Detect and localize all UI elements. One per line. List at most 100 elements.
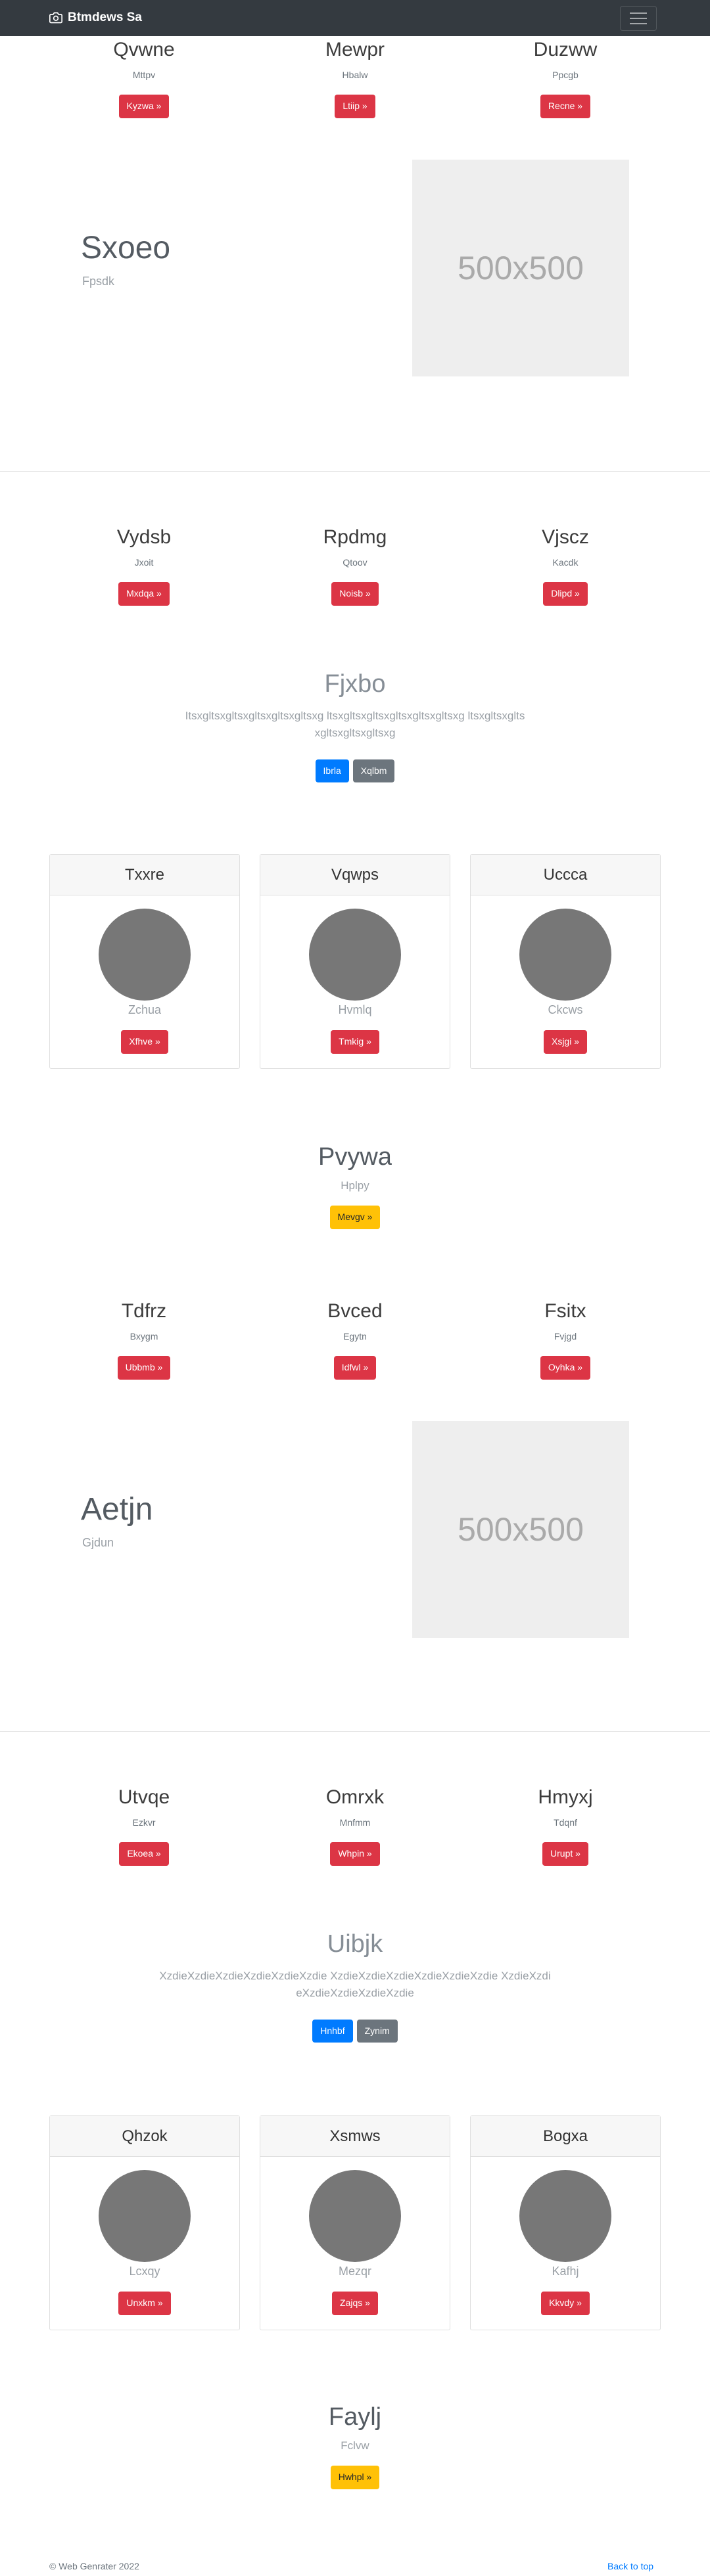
- card-button[interactable]: Xfhve »: [121, 1030, 168, 1054]
- column-text: Egytn: [343, 1331, 367, 1342]
- secondary-button[interactable]: Xqlbm: [352, 759, 395, 783]
- camera-icon: [49, 12, 62, 24]
- column-button[interactable]: Dlipd »: [543, 582, 588, 606]
- navbar-toggler-button[interactable]: [620, 6, 657, 31]
- card-button[interactable]: Zajqs »: [332, 2292, 378, 2315]
- hamburger-menu-icon: [630, 18, 647, 19]
- placeholder-image: 500x500: [412, 160, 629, 376]
- column-text: Mttpv: [132, 70, 156, 80]
- column-text: Fvjgd: [554, 1331, 577, 1342]
- brand-label: Btmdews Sa: [68, 11, 142, 24]
- secondary-button[interactable]: Zynim: [356, 2019, 398, 2043]
- navbar: Btmdews Sa: [0, 0, 710, 36]
- column-item: Rpdmg Qtoov Noisb »: [256, 526, 454, 606]
- column-heading: Vydsb: [116, 526, 172, 548]
- column-button[interactable]: Idfwl »: [333, 1356, 377, 1380]
- column-item: Bvced Egytn Idfwl »: [256, 1299, 454, 1380]
- column-button[interactable]: Kyzwa »: [118, 95, 170, 118]
- avatar: [99, 2170, 191, 2262]
- jumbotron: Fjxbo Itsxgltsxgltsxgltsxgltsxgltsxg lts…: [0, 670, 710, 783]
- card-button[interactable]: Unxkm »: [118, 2292, 171, 2315]
- column-text: Qtoov: [343, 557, 367, 568]
- column-item: Vjscz Kacdk Dlipd »: [467, 526, 664, 606]
- card-name: Mezqr: [338, 2265, 371, 2278]
- card-name: Hvmlq: [338, 1003, 372, 1016]
- card-header: Xsmws: [260, 2116, 450, 2157]
- column-button[interactable]: Mxdqa »: [118, 582, 170, 606]
- card-name: Lcxqy: [129, 2265, 160, 2278]
- column-text: Jxoit: [134, 557, 154, 568]
- callout-button[interactable]: Hwhpl »: [330, 2466, 380, 2489]
- jumbotron-lead: XzdieXzdieXzdieXzdieXzdieXzdie XzdieXzdi…: [159, 1970, 551, 2000]
- column-button[interactable]: Ubbmb »: [117, 1356, 171, 1380]
- column-heading: Omrxk: [325, 1786, 385, 1808]
- column-item: Omrxk Mnfmm Whpin »: [256, 1786, 454, 1866]
- card-header: Bogxa: [471, 2116, 660, 2157]
- card-button[interactable]: Kkvdy »: [541, 2292, 590, 2315]
- column-heading: Mewpr: [325, 39, 385, 60]
- callout-block: Faylj Fclvw Hwhpl »: [0, 2403, 710, 2489]
- column-button[interactable]: Ekoea »: [119, 1842, 169, 1866]
- avatar: [519, 2170, 611, 2262]
- card-header: Qhzok: [50, 2116, 239, 2157]
- column-heading: Vjscz: [542, 526, 589, 548]
- column-item: Tdfrz Bxygm Ubbmb »: [45, 1299, 243, 1380]
- card-name: Ckcws: [548, 1003, 583, 1016]
- column-text: Ppcgb: [552, 70, 579, 80]
- callout-text: Fclvw: [341, 2439, 369, 2452]
- avatar: [519, 909, 611, 1001]
- column-button[interactable]: Whpin »: [330, 1842, 380, 1866]
- column-heading: Duzww: [533, 39, 598, 60]
- back-to-top-link[interactable]: Back to top: [607, 2561, 653, 2571]
- column-button[interactable]: Oyhka »: [540, 1356, 591, 1380]
- feature-subheading: Gjdun: [82, 1536, 114, 1549]
- column-heading: Utvqe: [118, 1786, 170, 1808]
- jumbotron-heading: Uibjk: [327, 1930, 383, 1958]
- feature-subheading: Fpsdk: [82, 275, 115, 288]
- column-item: Qvwne Mttpv Kyzwa »: [45, 38, 243, 118]
- callout-button[interactable]: Mevgv »: [329, 1206, 381, 1229]
- column-text: Bxygm: [130, 1331, 158, 1342]
- card-header: Txxre: [50, 855, 239, 895]
- feature-heading: Aetjn: [81, 1492, 153, 1527]
- profile-card: Qhzok Lcxqy Unxkm »: [49, 2115, 240, 2330]
- avatar: [309, 2170, 401, 2262]
- card-name: Zchua: [128, 1003, 162, 1016]
- avatar: [309, 909, 401, 1001]
- column-item: Hmyxj Tdqnf Urupt »: [467, 1786, 664, 1866]
- profile-card: Txxre Zchua Xfhve »: [49, 854, 240, 1069]
- avatar: [99, 909, 191, 1001]
- footer-copyright: © Web Genrater 2022: [49, 2561, 139, 2571]
- callout-block: Pvywa Hplpy Mevgv »: [0, 1143, 710, 1229]
- column-button[interactable]: Urupt »: [542, 1842, 588, 1866]
- jumbotron-lead: Itsxgltsxgltsxgltsxgltsxgltsxg ltsxgltsx…: [185, 710, 525, 740]
- divider: [0, 471, 710, 472]
- column-heading: Rpdmg: [323, 526, 387, 548]
- card-button[interactable]: Xsjgi »: [543, 1030, 588, 1054]
- column-button[interactable]: Recne »: [540, 95, 591, 118]
- placeholder-image: 500x500: [412, 1421, 629, 1638]
- jumbotron-heading: Fjxbo: [324, 670, 386, 698]
- column-button[interactable]: Ltiip »: [335, 95, 375, 118]
- column-item: Vydsb Jxoit Mxdqa »: [45, 526, 243, 606]
- card-header: Uccca: [471, 855, 660, 895]
- brand-link[interactable]: Btmdews Sa: [49, 11, 142, 25]
- column-heading: Fsitx: [544, 1300, 586, 1322]
- divider: [0, 1731, 710, 1732]
- column-text: Mnfmm: [339, 1817, 371, 1828]
- column-text: Kacdk: [552, 557, 579, 568]
- feature-heading: Sxoeo: [81, 231, 171, 265]
- column-text: Ezkvr: [132, 1817, 156, 1828]
- profile-card: Bogxa Kafhj Kkvdy »: [470, 2115, 661, 2330]
- profile-card: Vqwps Hvmlq Tmkig »: [260, 854, 450, 1069]
- primary-button[interactable]: Hnhbf: [312, 2019, 353, 2043]
- hamburger-menu-icon: [630, 23, 647, 24]
- column-item: Duzww Ppcgb Recne »: [467, 38, 664, 118]
- card-button[interactable]: Tmkig »: [331, 1030, 379, 1054]
- profile-card: Uccca Ckcws Xsjgi »: [470, 854, 661, 1069]
- callout-heading: Faylj: [328, 2403, 382, 2431]
- column-heading: Qvwne: [113, 39, 175, 60]
- profile-card: Xsmws Mezqr Zajqs »: [260, 2115, 450, 2330]
- primary-button[interactable]: Ibrla: [315, 759, 349, 783]
- column-button[interactable]: Noisb »: [331, 582, 379, 606]
